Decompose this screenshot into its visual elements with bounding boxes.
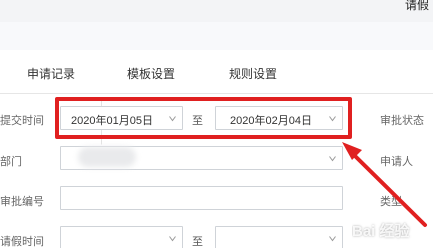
- annotation-arrow-icon: [342, 142, 427, 227]
- watermark: Bai 经验: [352, 223, 410, 240]
